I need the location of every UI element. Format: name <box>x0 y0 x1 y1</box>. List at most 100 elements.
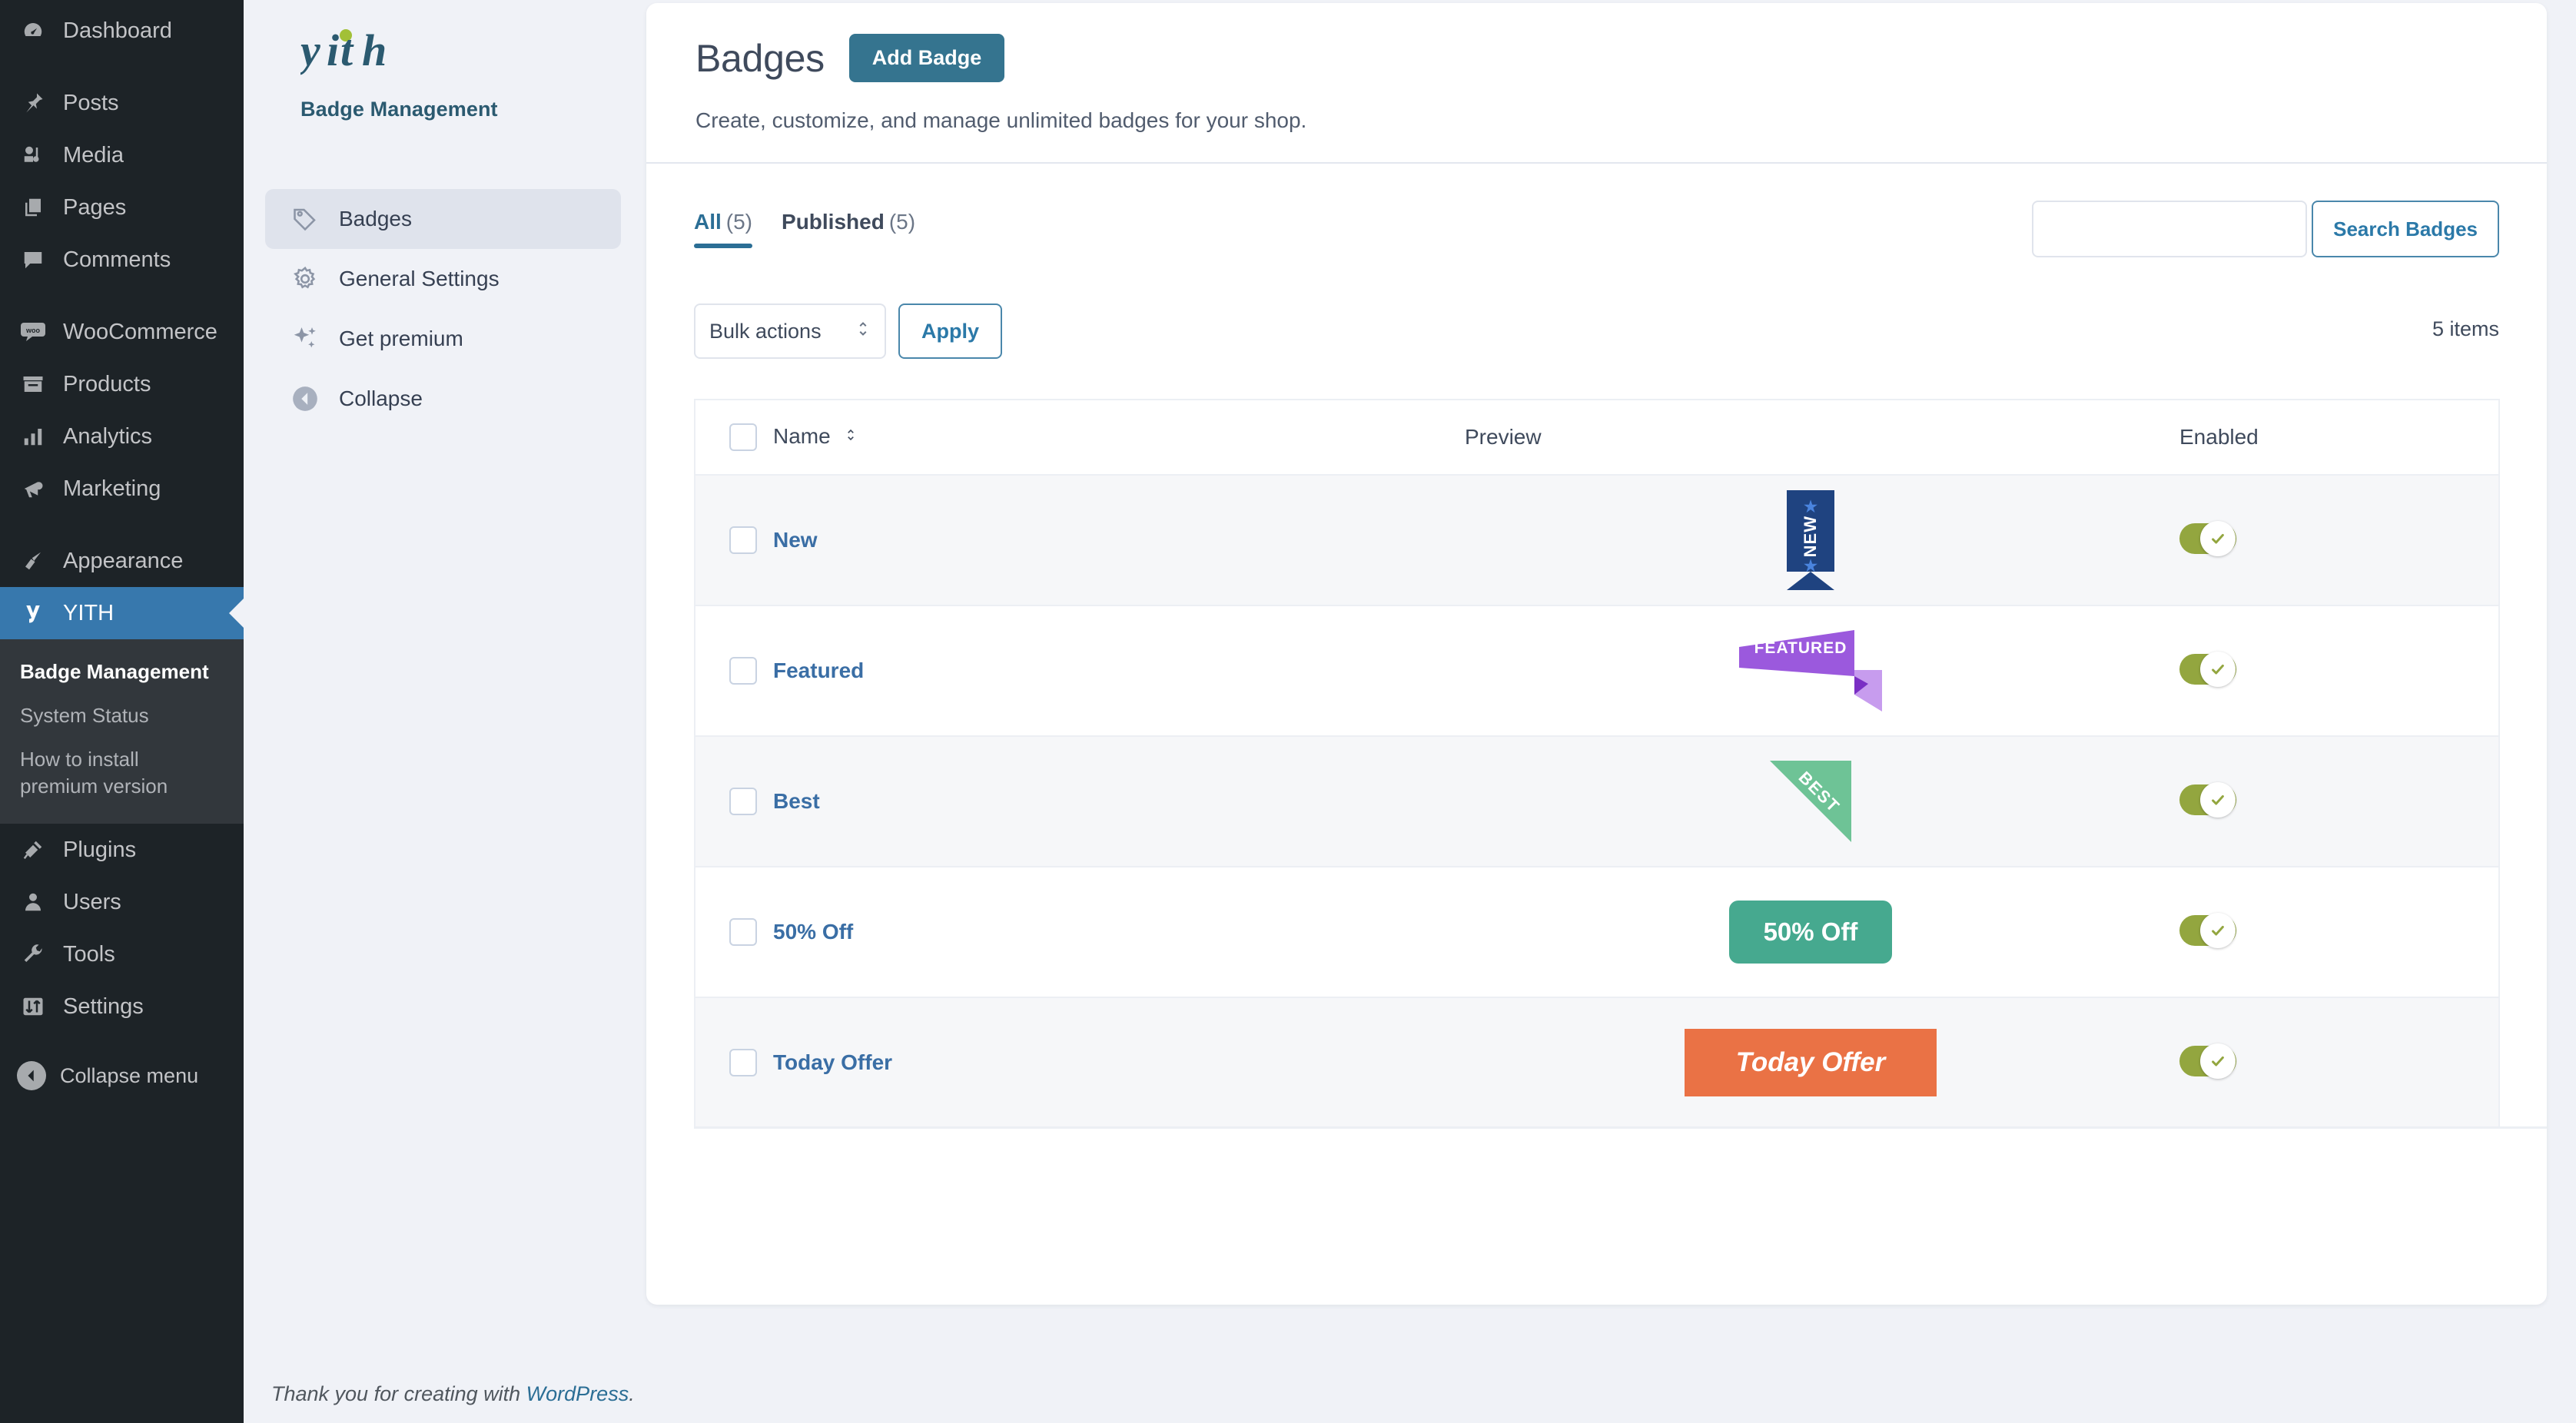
badge-name-link[interactable]: Today Offer <box>773 1050 892 1074</box>
sidebar-item-marketing[interactable]: Marketing <box>0 463 244 515</box>
badge-name-link[interactable]: New <box>773 528 818 552</box>
search-input[interactable] <box>2032 201 2308 257</box>
sidebar-divider <box>0 286 244 306</box>
add-badge-button[interactable]: Add Badge <box>848 34 1005 82</box>
submenu-item-how-to-install-premium[interactable]: How to install premium version <box>0 738 200 808</box>
row-checkbox[interactable] <box>729 657 757 685</box>
sidebar-item-media[interactable]: Media <box>0 129 244 181</box>
table-row: 50% Off 50% Off <box>695 867 2499 998</box>
brush-icon <box>17 545 49 577</box>
plugin-nav-get-premium[interactable]: Get premium <box>265 309 621 369</box>
sidebar-item-posts[interactable]: Posts <box>0 77 244 129</box>
row-name-cell: New <box>773 475 1465 606</box>
row-select-cell <box>695 475 773 606</box>
wrench-icon <box>17 938 49 970</box>
table-row: Best BEST <box>695 736 2499 867</box>
plugin-nav-label: Badges <box>339 207 412 231</box>
dashboard-icon <box>17 15 49 47</box>
sidebar-item-yith[interactable]: YITH <box>0 587 244 639</box>
table-body: New ★ NEW ★ Featured FEATURED Best BEST … <box>695 475 2499 1129</box>
tab-published-label: Published <box>782 210 885 234</box>
plugin-nav-collapse[interactable]: Collapse <box>265 369 621 429</box>
enabled-toggle[interactable] <box>2179 651 2236 687</box>
main-content: Badges Add Badge Create, customize, and … <box>271 0 2576 1423</box>
chevron-updown-icon <box>855 317 871 346</box>
plugin-nav-general-settings[interactable]: General Settings <box>265 249 621 309</box>
sidebar-item-pages[interactable]: Pages <box>0 181 244 234</box>
yith-logo: y i t h <box>265 17 621 87</box>
sliders-icon <box>17 990 49 1023</box>
sidebar-item-appearance[interactable]: Appearance <box>0 535 244 587</box>
plugin-nav: Badges General Settings Get premium Coll… <box>265 189 621 429</box>
enabled-toggle[interactable] <box>2179 781 2236 818</box>
plugin-subtitle: Badge Management <box>300 98 498 121</box>
enabled-toggle[interactable] <box>2179 1043 2236 1079</box>
sidebar-item-woocommerce[interactable]: woo WooCommerce <box>0 306 244 358</box>
row-enabled-cell <box>2156 997 2499 1129</box>
sidebar-item-settings[interactable]: Settings <box>0 980 244 1033</box>
tab-published[interactable]: Published (5) <box>782 210 915 248</box>
tab-all-count: (5) <box>725 210 753 234</box>
bulk-actions-bar: Bulk actions Apply 5 items <box>694 304 2499 359</box>
sidebar-item-plugins[interactable]: Plugins <box>0 824 244 876</box>
items-count: 5 items <box>2432 317 2499 340</box>
gear-icon <box>290 264 320 294</box>
sparkles-icon <box>290 323 320 354</box>
toggle-knob <box>2200 912 2236 948</box>
card-body: All (5) Published (5) Search Badges Bulk… <box>646 164 2547 1129</box>
plugin-nav-label: Get premium <box>339 327 463 350</box>
row-checkbox[interactable] <box>729 526 757 554</box>
plugin-nav-label: Collapse <box>339 386 423 410</box>
sidebar-label: Media <box>63 142 124 168</box>
card-header: Badges Add Badge Create, customize, and … <box>646 3 2547 162</box>
search-badges-button[interactable]: Search Badges <box>2312 201 2499 257</box>
plugin-nav-badges[interactable]: Badges <box>265 189 621 249</box>
sidebar-item-comments[interactable]: Comments <box>0 234 244 286</box>
sidebar-item-products[interactable]: Products <box>0 358 244 410</box>
enabled-toggle[interactable] <box>2179 520 2236 556</box>
sidebar-label: Marketing <box>63 476 161 501</box>
column-header-name[interactable]: Name <box>773 400 1465 476</box>
yith-icon <box>17 597 49 629</box>
svg-text:h: h <box>362 25 387 75</box>
wordpress-link[interactable]: WordPress <box>526 1382 629 1405</box>
select-all-checkbox[interactable] <box>729 423 757 451</box>
row-select-cell <box>695 605 773 737</box>
badge-name-link[interactable]: Featured <box>773 658 864 682</box>
sidebar-item-tools[interactable]: Tools <box>0 928 244 980</box>
sidebar-label: Comments <box>63 247 171 272</box>
bulk-actions-label: Bulk actions <box>709 319 822 343</box>
badge-preview-banner-angled: FEATURED <box>1739 630 1882 712</box>
row-checkbox[interactable] <box>729 918 757 946</box>
collapse-menu-button[interactable]: Collapse menu <box>0 1050 244 1102</box>
sidebar-divider <box>0 515 244 535</box>
badge-name-link[interactable]: Best <box>773 789 820 813</box>
tab-all-label: All <box>694 210 722 234</box>
yith-logo-icon: y i t h <box>296 25 387 75</box>
enabled-toggle[interactable] <box>2179 912 2236 948</box>
badge-name-link[interactable]: 50% Off <box>773 920 853 944</box>
badge-preview-text: NEW <box>1801 516 1820 558</box>
apply-button[interactable]: Apply <box>898 304 1003 359</box>
badge-preview-rect-italic: Today Offer <box>1685 1029 1937 1096</box>
sidebar-item-analytics[interactable]: Analytics <box>0 410 244 463</box>
row-select-cell <box>695 736 773 867</box>
submenu-item-system-status[interactable]: System Status <box>0 694 244 738</box>
sidebar-label: Appearance <box>63 548 184 573</box>
row-checkbox[interactable] <box>729 1049 757 1076</box>
page-title: Badges <box>695 36 825 80</box>
table-header-row: Name Preview Enabled <box>695 400 2499 476</box>
tabs-rule <box>694 1126 2547 1129</box>
tab-all[interactable]: All (5) <box>694 210 753 248</box>
toggle-knob <box>2200 781 2236 818</box>
submenu-item-badge-management[interactable]: Badge Management <box>0 650 244 694</box>
table-row: Today Offer Today Offer <box>695 997 2499 1129</box>
sidebar-item-dashboard[interactable]: Dashboard <box>0 5 244 57</box>
row-checkbox[interactable] <box>729 788 757 815</box>
row-preview-cell: BEST <box>1465 736 2156 867</box>
row-preview-cell: ★ NEW ★ <box>1465 475 2156 606</box>
sidebar-item-users[interactable]: Users <box>0 876 244 928</box>
column-name-label: Name <box>773 423 831 448</box>
toggle-knob <box>2200 1043 2236 1079</box>
bulk-actions-select[interactable]: Bulk actions <box>694 304 886 359</box>
